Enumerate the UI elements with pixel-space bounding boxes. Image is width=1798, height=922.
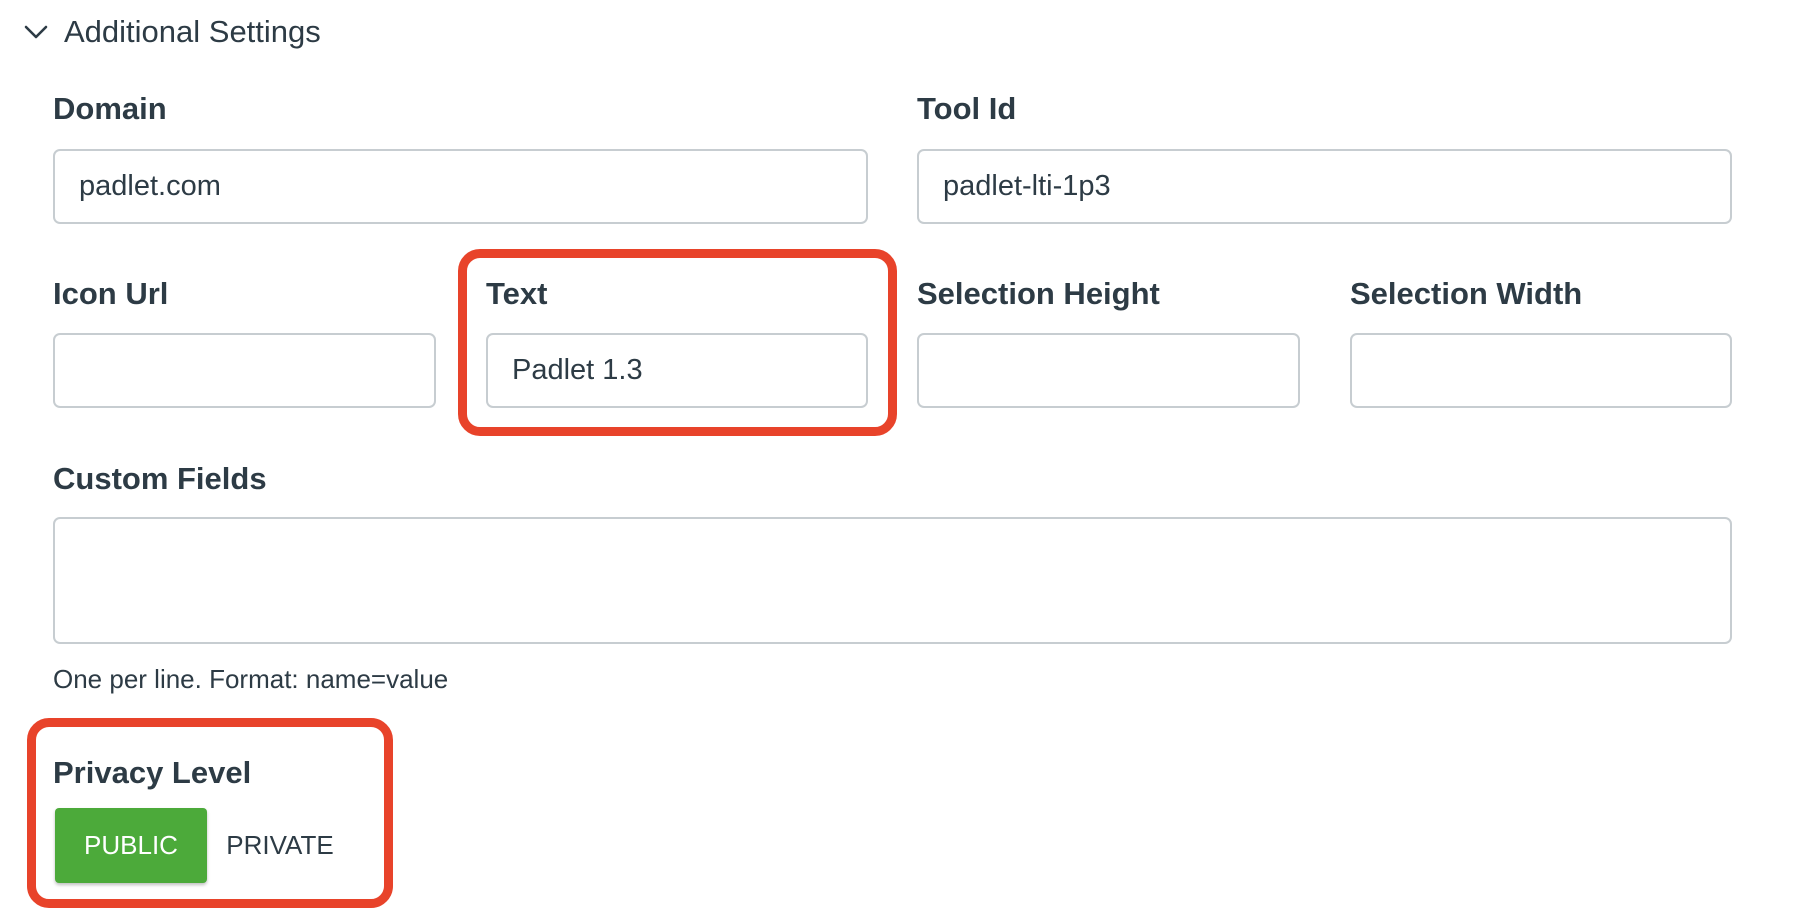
tool-id-label: Tool Id (917, 91, 1017, 126)
custom-fields-hint: One per line. Format: name=value (53, 664, 449, 694)
privacy-private-button[interactable]: PRIVATE (215, 808, 345, 883)
selection-width-label: Selection Width (1350, 276, 1583, 311)
icon-url-label: Icon Url (53, 276, 169, 311)
section-title: Additional Settings (64, 14, 321, 49)
tool-id-input[interactable] (917, 149, 1732, 224)
additional-settings-toggle[interactable]: Additional Settings (22, 8, 321, 56)
selection-height-label: Selection Height (917, 276, 1160, 311)
privacy-level-label: Privacy Level (53, 755, 252, 790)
custom-fields-textarea[interactable] (53, 517, 1732, 644)
custom-fields-label: Custom Fields (53, 461, 267, 496)
text-label: Text (486, 276, 548, 311)
chevron-down-icon (22, 18, 50, 46)
icon-url-input[interactable] (53, 333, 436, 408)
privacy-level-toggle: PUBLIC PRIVATE (55, 808, 345, 883)
domain-label: Domain (53, 91, 167, 126)
privacy-public-button[interactable]: PUBLIC (55, 808, 207, 883)
domain-input[interactable] (53, 149, 868, 224)
selection-height-input[interactable] (917, 333, 1300, 408)
selection-width-input[interactable] (1350, 333, 1732, 408)
text-input[interactable] (486, 333, 868, 408)
